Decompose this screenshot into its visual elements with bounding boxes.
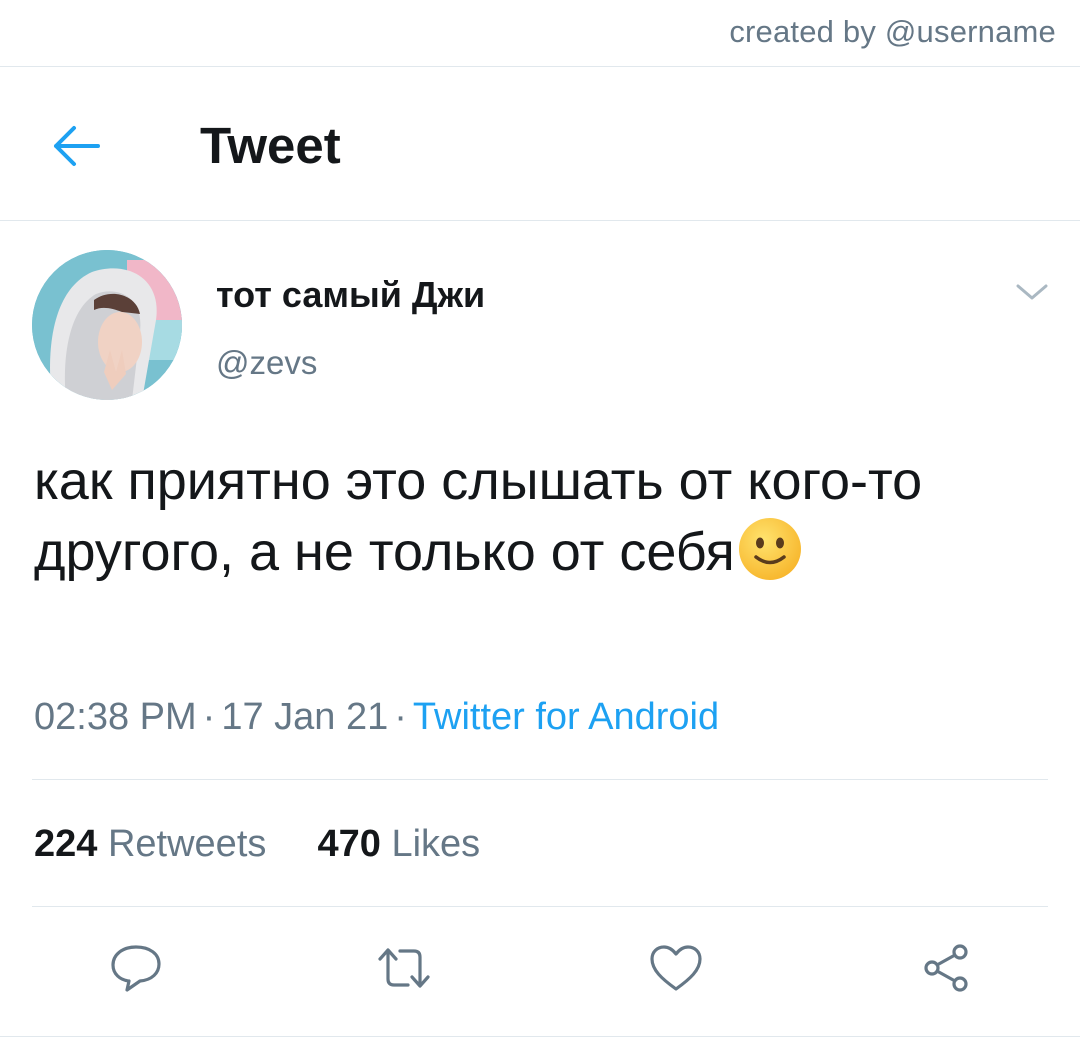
tweet-meta: 02:38 PM · 17 Jan 21 · Twitter for Android <box>34 696 719 739</box>
watermark-text: created by @username <box>729 14 1056 49</box>
tweet-time: 02:38 PM <box>34 696 197 738</box>
back-button[interactable] <box>46 118 106 174</box>
tweet-date: 17 Jan 21 <box>221 696 389 738</box>
meta-separator: · <box>202 696 216 738</box>
avatar-image <box>32 250 182 400</box>
reply-button[interactable] <box>104 938 168 998</box>
tweet-source-link[interactable]: Twitter for Android <box>413 696 719 738</box>
avatar[interactable] <box>32 250 182 400</box>
heart-icon <box>650 945 702 991</box>
retweets-stat[interactable]: 224 Retweets <box>34 823 266 866</box>
meta-divider <box>32 779 1048 780</box>
stats-divider <box>32 906 1048 907</box>
likes-label: Likes <box>391 823 481 865</box>
likes-count: 470 <box>317 823 381 865</box>
retweets-label: Retweets <box>107 823 267 865</box>
top-divider <box>0 66 1080 67</box>
arrow-left-icon <box>54 126 100 166</box>
header-divider <box>0 220 1080 221</box>
tweet-stats: 224 Retweets 470 Likes <box>34 823 480 866</box>
like-button[interactable] <box>644 938 708 998</box>
reply-bubble-icon <box>111 945 161 992</box>
bottom-divider <box>0 1036 1080 1037</box>
meta-separator: · <box>394 696 407 738</box>
share-icon <box>924 944 968 992</box>
retweet-button[interactable] <box>372 938 436 998</box>
user-handle[interactable]: @zevs <box>216 344 317 382</box>
slightly-smiling-face-emoji <box>738 518 801 580</box>
more-options-button[interactable] <box>1010 274 1054 310</box>
share-button[interactable] <box>914 938 978 998</box>
tweet-text: как приятно это слышать от кого-то друго… <box>34 446 1044 587</box>
chevron-down-icon <box>1016 284 1048 300</box>
retweet-icon <box>378 948 430 988</box>
retweets-count: 224 <box>34 823 98 865</box>
likes-stat[interactable]: 470 Likes <box>318 823 481 866</box>
display-name[interactable]: тот самый Джи <box>216 274 485 316</box>
page-title: Tweet <box>200 117 341 174</box>
